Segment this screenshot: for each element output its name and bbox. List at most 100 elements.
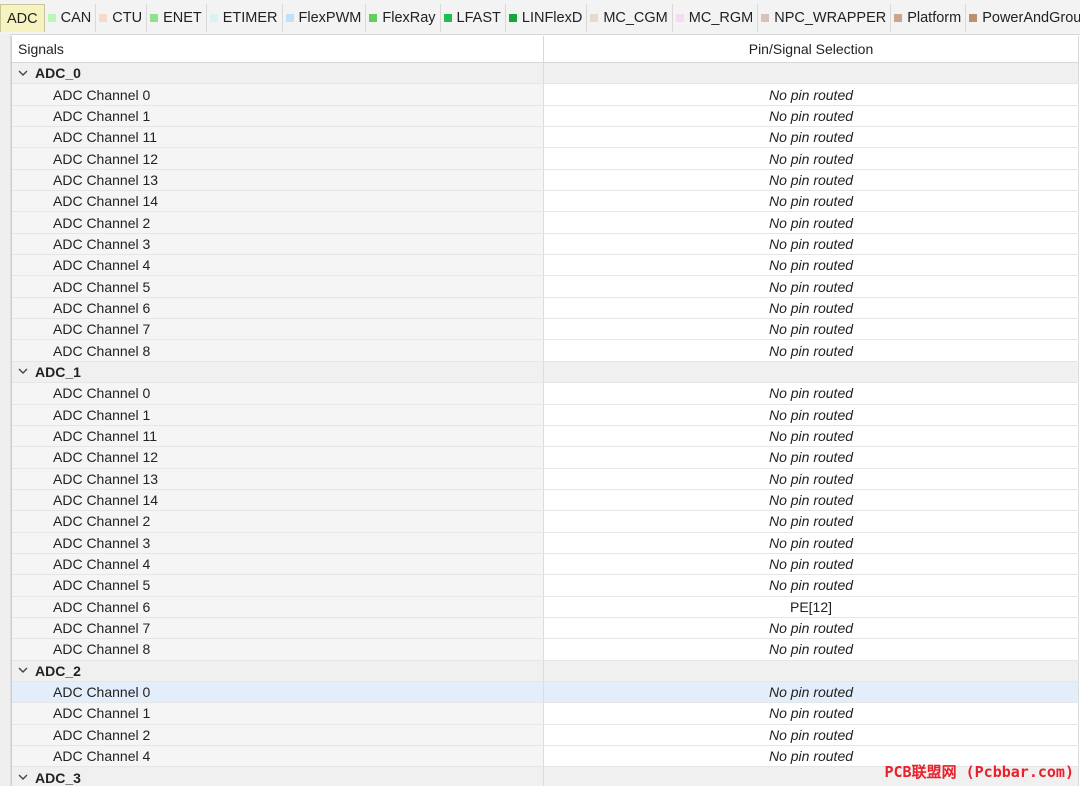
tab-label: LINFlexD	[521, 10, 583, 26]
signal-row[interactable]: ADC Channel 0 No pin routed	[12, 681, 1079, 704]
pin-selection-cell[interactable]: No pin routed	[544, 340, 1079, 361]
pin-selection-cell[interactable]: No pin routed	[544, 681, 1079, 703]
group-row[interactable]: ADC_0	[12, 63, 1079, 85]
pin-selection-cell[interactable]: No pin routed	[544, 297, 1079, 319]
pin-selection-cell[interactable]: No pin routed	[544, 425, 1079, 447]
pin-selection-value: No pin routed	[768, 235, 854, 252]
pin-selection-cell[interactable]: No pin routed	[544, 148, 1079, 169]
signal-row[interactable]: ADC Channel 6 No pin routed	[12, 297, 1079, 320]
signal-cell: ADC Channel 7	[12, 617, 544, 639]
pin-selection-value: No pin routed	[768, 428, 854, 445]
tab-can[interactable]: CAN	[45, 4, 97, 32]
chevron-down-icon[interactable]	[17, 70, 29, 77]
signal-row[interactable]: ADC Channel 13 No pin routed	[12, 169, 1079, 192]
signal-row[interactable]: ADC Channel 8 No pin routed	[12, 639, 1079, 661]
pin-selection-cell[interactable]: No pin routed	[544, 724, 1079, 745]
pin-selection-cell[interactable]: PE[12]	[544, 596, 1079, 617]
signal-row[interactable]: ADC Channel 2 No pin routed	[12, 212, 1079, 234]
pin-selection-cell[interactable]: No pin routed	[544, 127, 1079, 148]
signal-row[interactable]: ADC Channel 2 No pin routed	[12, 724, 1079, 746]
pin-selection-value: No pin routed	[768, 171, 854, 188]
signal-row[interactable]: ADC Channel 6 PE[12]	[12, 596, 1079, 618]
signal-row[interactable]: ADC Channel 8 No pin routed	[12, 340, 1079, 362]
pin-selection-cell[interactable]: No pin routed	[544, 532, 1079, 553]
tab-etimer[interactable]: ETIMER	[207, 4, 283, 32]
signal-row[interactable]: ADC Channel 5 No pin routed	[12, 575, 1079, 597]
signal-row[interactable]: ADC Channel 14 No pin routed	[12, 191, 1079, 213]
pin-selection-cell[interactable]: No pin routed	[544, 617, 1079, 639]
tab-flexpwm[interactable]: FlexPWM	[283, 4, 367, 32]
tab-label: PowerAndGround	[982, 10, 1080, 26]
pin-selection-cell[interactable]: No pin routed	[544, 511, 1079, 532]
pin-selection-value: PE[12]	[789, 598, 833, 615]
column-header-signals[interactable]: Signals	[12, 36, 544, 62]
signal-row[interactable]: ADC Channel 1 No pin routed	[12, 105, 1079, 128]
signal-row[interactable]: ADC Channel 0 No pin routed	[12, 84, 1079, 106]
signal-row[interactable]: ADC Channel 4 No pin routed	[12, 553, 1079, 576]
signal-row[interactable]: ADC Channel 1 No pin routed	[12, 404, 1079, 426]
signal-label: ADC Channel 3	[53, 235, 151, 252]
signal-row[interactable]: ADC Channel 0 No pin routed	[12, 383, 1079, 405]
group-row[interactable]: ADC_2	[12, 660, 1079, 682]
signal-row[interactable]: ADC Channel 4 No pin routed	[12, 255, 1079, 277]
pin-selection-cell[interactable]: No pin routed	[544, 84, 1079, 105]
signal-row[interactable]: ADC Channel 11 No pin routed	[12, 425, 1079, 448]
signal-label: ADC Channel 1	[53, 705, 151, 722]
pin-selection-cell[interactable]: No pin routed	[544, 489, 1079, 511]
tab-powerandground[interactable]: PowerAndGround	[966, 4, 1080, 32]
signal-row[interactable]: ADC Channel 5 No pin routed	[12, 276, 1079, 298]
chevron-down-icon[interactable]	[17, 667, 29, 674]
pin-selection-cell[interactable]: No pin routed	[544, 233, 1079, 255]
signal-cell: ADC Channel 6	[12, 596, 544, 617]
tab-linflexd[interactable]: LINFlexD	[506, 4, 588, 32]
pin-selection-cell[interactable]: No pin routed	[544, 169, 1079, 191]
signal-row[interactable]: ADC Channel 14 No pin routed	[12, 489, 1079, 512]
signal-row[interactable]: ADC Channel 3 No pin routed	[12, 532, 1079, 554]
pin-selection-cell[interactable]: No pin routed	[544, 703, 1079, 724]
signal-label: ADC Channel 1	[53, 406, 151, 423]
pin-selection-value: No pin routed	[768, 449, 854, 466]
pin-selection-cell[interactable]: No pin routed	[544, 575, 1079, 596]
tab-enet[interactable]: ENET	[147, 4, 207, 32]
tab-mc-rgm[interactable]: MC_RGM	[673, 4, 759, 32]
tab-mc-cgm[interactable]: MC_CGM	[587, 4, 673, 32]
tab-platform[interactable]: Platform	[891, 4, 967, 32]
signal-row[interactable]: ADC Channel 1 No pin routed	[12, 703, 1079, 725]
group-row[interactable]: ADC_1	[12, 361, 1079, 384]
pin-selection-cell[interactable]: No pin routed	[544, 383, 1079, 404]
tab-color-swatch	[150, 14, 159, 22]
pin-selection-cell[interactable]: No pin routed	[544, 639, 1079, 660]
column-header-pin-signal-selection[interactable]: Pin/Signal Selection	[544, 36, 1079, 62]
signal-row[interactable]: ADC Channel 13 No pin routed	[12, 468, 1079, 490]
pin-selection-cell[interactable]: No pin routed	[544, 553, 1079, 575]
tab-color-swatch	[47, 14, 56, 22]
signal-row[interactable]: ADC Channel 11 No pin routed	[12, 127, 1079, 149]
chevron-down-icon[interactable]	[17, 368, 29, 375]
pin-selection-cell[interactable]: No pin routed	[544, 212, 1079, 233]
signal-row[interactable]: ADC Channel 3 No pin routed	[12, 233, 1079, 256]
tab-npc-wrapper[interactable]: NPC_WRAPPER	[758, 4, 892, 32]
tab-ctu[interactable]: CTU	[96, 4, 148, 32]
pin-selection-cell[interactable]: No pin routed	[544, 404, 1079, 425]
pin-selection-cell[interactable]: No pin routed	[544, 447, 1079, 468]
pin-selection-cell[interactable]: No pin routed	[544, 255, 1079, 276]
signal-row[interactable]: ADC Channel 7 No pin routed	[12, 319, 1079, 341]
tab-lfast[interactable]: LFAST	[441, 4, 506, 32]
pin-selection-cell[interactable]: No pin routed	[544, 319, 1079, 340]
pin-selection-cell[interactable]: No pin routed	[544, 276, 1079, 297]
tab-label: FlexRay	[382, 10, 436, 26]
tab-label: FlexPWM	[298, 10, 362, 26]
signal-cell: ADC Channel 3	[12, 532, 544, 553]
pin-selection-cell[interactable]: No pin routed	[544, 191, 1079, 212]
pin-selection-cell[interactable]: No pin routed	[544, 105, 1079, 127]
chevron-down-icon[interactable]	[17, 774, 29, 781]
tab-color-swatch	[443, 14, 452, 22]
pin-selection-cell[interactable]: No pin routed	[544, 468, 1079, 489]
signal-label: ADC Channel 0	[53, 684, 151, 701]
tab-adc[interactable]: ADC	[0, 4, 45, 32]
signal-row[interactable]: ADC Channel 7 No pin routed	[12, 617, 1079, 640]
tab-flexray[interactable]: FlexRay	[366, 4, 441, 32]
signal-row[interactable]: ADC Channel 2 No pin routed	[12, 511, 1079, 533]
signal-row[interactable]: ADC Channel 12 No pin routed	[12, 447, 1079, 469]
signal-row[interactable]: ADC Channel 12 No pin routed	[12, 148, 1079, 170]
